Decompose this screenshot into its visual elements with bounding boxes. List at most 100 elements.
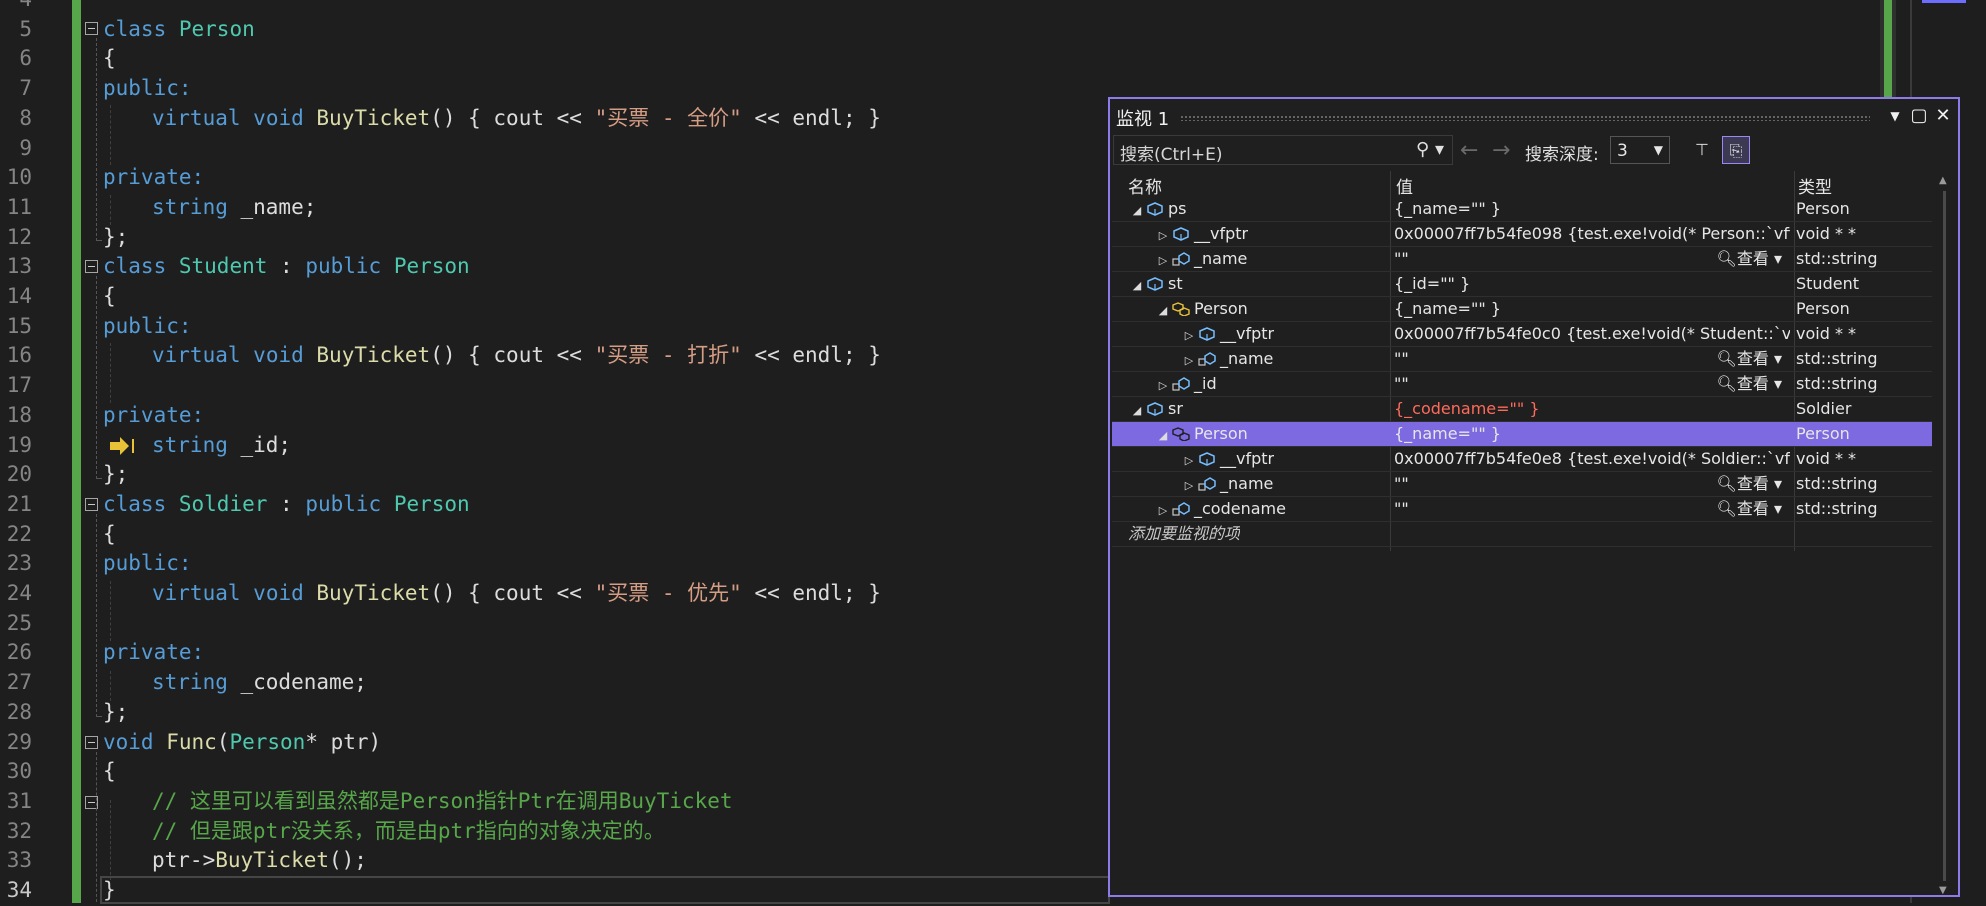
- code-line[interactable]: virtual void BuyTicket() { cout << "买票 -…: [152, 104, 881, 134]
- view-button[interactable]: 🔍︎查看 ▾: [1717, 472, 1782, 496]
- collapse-icon[interactable]: [85, 260, 98, 273]
- collapse-icon[interactable]: [85, 22, 98, 35]
- code-line[interactable]: {: [103, 44, 116, 74]
- add-watch-placeholder[interactable]: 添加要监视的项: [1128, 522, 1240, 546]
- code-line[interactable]: // 但是跟ptr没关系，而是由ptr指向的对象决定的。: [152, 817, 665, 847]
- view-button[interactable]: 🔍︎查看 ▾: [1717, 497, 1782, 521]
- code-line[interactable]: string _codename;: [152, 668, 367, 698]
- maximize-icon[interactable]: ▢: [1906, 103, 1932, 129]
- column-header-value[interactable]: 值: [1396, 173, 1413, 198]
- code-text: {: [103, 284, 116, 308]
- search-previous-icon[interactable]: ←: [1460, 138, 1478, 163]
- change-marker: [1884, 0, 1892, 100]
- view-button[interactable]: 🔍︎查看 ▾: [1717, 372, 1782, 396]
- code-line[interactable]: virtual void BuyTicket() { cout << "买票 -…: [152, 579, 881, 609]
- watch-value[interactable]: 0x00007ff7b54fe0c0 {test.exe!void(* Stud…: [1394, 322, 1790, 346]
- scroll-down-icon[interactable]: ▼: [1939, 885, 1947, 896]
- pin-icon[interactable]: ⊤: [1688, 136, 1716, 164]
- search-depth-select[interactable]: 3 ▼: [1610, 136, 1670, 164]
- watch-row[interactable]: ◢ ps {_name="" } Person: [1112, 197, 1932, 222]
- expand-arrow-icon[interactable]: ▷: [1182, 449, 1196, 471]
- code-line[interactable]: }: [103, 876, 116, 906]
- code-line[interactable]: };: [103, 698, 128, 728]
- scroll-up-icon[interactable]: ▲: [1939, 175, 1947, 186]
- code-line[interactable]: private:: [103, 401, 204, 431]
- watch-row[interactable]: ▷ __vfptr 0x00007ff7b54fe0e8 {test.exe!vo…: [1112, 447, 1932, 472]
- code-text: _codename;: [227, 670, 367, 695]
- watch-row[interactable]: ◢ st {_id="" } Student: [1112, 272, 1932, 297]
- code-line[interactable]: public:: [103, 312, 192, 342]
- collapse-arrow-icon[interactable]: ◢: [1130, 399, 1144, 421]
- watch-window[interactable]: 监视 1 ▼ ▢ ✕ 搜索(Ctrl+E) ⚲ ▾ ← → 搜索深度: 3 ▼ …: [1108, 97, 1960, 897]
- watch-value[interactable]: 0x00007ff7b54fe0e8 {test.exe!void(* Sold…: [1394, 447, 1790, 471]
- watch-row[interactable]: ▷ _codename "" 🔍︎查看 ▾ std::string: [1112, 497, 1932, 522]
- watch-row[interactable]: ▷ _name "" 🔍︎查看 ▾ std::string: [1112, 347, 1932, 372]
- watch-row[interactable]: ▷ __vfptr 0x00007ff7b54fe098 {test.exe!vo…: [1112, 222, 1932, 247]
- watch-row[interactable]: ▷ _name "" 🔍︎查看 ▾ std::string: [1112, 472, 1932, 497]
- code-line[interactable]: private:: [103, 638, 204, 668]
- code-line[interactable]: void Func(Person* ptr): [103, 728, 381, 758]
- watch-value[interactable]: 0x00007ff7b54fe098 {test.exe!void(* Pers…: [1394, 222, 1790, 246]
- object-icon: [1147, 277, 1163, 291]
- search-icon[interactable]: ⚲ ▾: [1416, 139, 1444, 160]
- view-label: 查看: [1736, 374, 1769, 393]
- code-line[interactable]: {: [103, 282, 116, 312]
- watch-row[interactable]: ▷ __vfptr 0x00007ff7b54fe0c0 {test.exe!vo…: [1112, 322, 1932, 347]
- expand-arrow-icon[interactable]: ▷: [1156, 224, 1170, 246]
- watch-value[interactable]: {_name="" }: [1394, 422, 1790, 446]
- drag-grip[interactable]: [1180, 115, 1870, 121]
- expand-arrow-icon[interactable]: ▷: [1182, 474, 1196, 496]
- collapse-arrow-icon[interactable]: ◢: [1130, 274, 1144, 296]
- code-line[interactable]: class Person: [103, 15, 255, 45]
- window-menu-dropdown-icon[interactable]: ▼: [1882, 103, 1908, 129]
- close-icon[interactable]: ✕: [1930, 103, 1956, 129]
- watch-row[interactable]: ◢ Person {_name="" } Person: [1112, 297, 1932, 322]
- view-button[interactable]: 🔍︎查看 ▾: [1717, 247, 1782, 271]
- watch-row[interactable]: ◢ sr {_codename="" } Soldier: [1112, 397, 1932, 422]
- watch-value-changed[interactable]: {_codename="" }: [1394, 397, 1790, 421]
- collapse-arrow-icon[interactable]: ◢: [1130, 199, 1144, 221]
- collapse-arrow-icon[interactable]: ◢: [1156, 299, 1170, 321]
- code-line[interactable]: {: [103, 757, 116, 787]
- watch-search-input[interactable]: 搜索(Ctrl+E) ⚲ ▾: [1113, 135, 1453, 165]
- collapse-icon[interactable]: [85, 498, 98, 511]
- watch-toolbar: 搜索(Ctrl+E) ⚲ ▾ ← → 搜索深度: 3 ▼ ⊤ ⎘: [1110, 133, 1958, 169]
- code-line[interactable]: public:: [103, 549, 192, 579]
- column-header-type[interactable]: 类型: [1798, 173, 1832, 198]
- code-line[interactable]: };: [103, 223, 128, 253]
- type-name: string: [152, 670, 228, 695]
- collapse-icon[interactable]: [85, 736, 98, 749]
- expand-arrow-icon[interactable]: ▷: [1182, 324, 1196, 346]
- watch-row-selected[interactable]: ◢ Person {_name="" } Person: [1112, 422, 1932, 447]
- watch-value[interactable]: {_name="" }: [1394, 297, 1790, 321]
- hex-display-toggle-icon[interactable]: ⎘: [1722, 136, 1750, 164]
- watch-title-bar[interactable]: 监视 1 ▼ ▢ ✕: [1110, 99, 1958, 133]
- expand-arrow-icon[interactable]: ▷: [1156, 499, 1170, 521]
- code-line[interactable]: class Student : public Person: [103, 252, 470, 282]
- watch-value[interactable]: {_name="" }: [1394, 197, 1790, 221]
- collapse-arrow-icon[interactable]: ◢: [1156, 424, 1170, 446]
- search-next-icon[interactable]: →: [1492, 138, 1510, 163]
- add-watch-row[interactable]: 添加要监视的项: [1112, 522, 1932, 547]
- expand-arrow-icon[interactable]: ▷: [1156, 374, 1170, 396]
- code-line[interactable]: private:: [103, 163, 204, 193]
- code-line[interactable]: virtual void BuyTicket() { cout << "买票 -…: [152, 341, 881, 371]
- code-line[interactable]: string _name;: [152, 193, 316, 223]
- code-line[interactable]: {: [103, 520, 116, 550]
- code-line[interactable]: };: [103, 460, 128, 490]
- expand-arrow-icon[interactable]: ▷: [1182, 349, 1196, 371]
- code-line[interactable]: string _id;: [152, 431, 291, 461]
- code-line[interactable]: public:: [103, 74, 192, 104]
- watch-value[interactable]: {_id="" }: [1394, 272, 1790, 296]
- expand-arrow-icon[interactable]: ▷: [1156, 249, 1170, 271]
- watch-row[interactable]: ▷ _name "" 🔍︎查看 ▾ std::string: [1112, 247, 1932, 272]
- code-line[interactable]: // 这里可以看到虽然都是Person指针Ptr在调用BuyTicket: [152, 787, 733, 817]
- column-header-name[interactable]: 名称: [1128, 173, 1162, 198]
- scroll-track[interactable]: [1943, 191, 1946, 881]
- watch-vertical-scrollbar[interactable]: ▲ ▼: [1936, 171, 1954, 896]
- code-line[interactable]: ptr->BuyTicket();: [152, 846, 367, 876]
- code-line[interactable]: class Soldier : public Person: [103, 490, 470, 520]
- editor-scrollbar[interactable]: [1880, 0, 1896, 100]
- view-button[interactable]: 🔍︎查看 ▾: [1717, 347, 1782, 371]
- watch-row[interactable]: ▷ _id "" 🔍︎查看 ▾ std::string: [1112, 372, 1932, 397]
